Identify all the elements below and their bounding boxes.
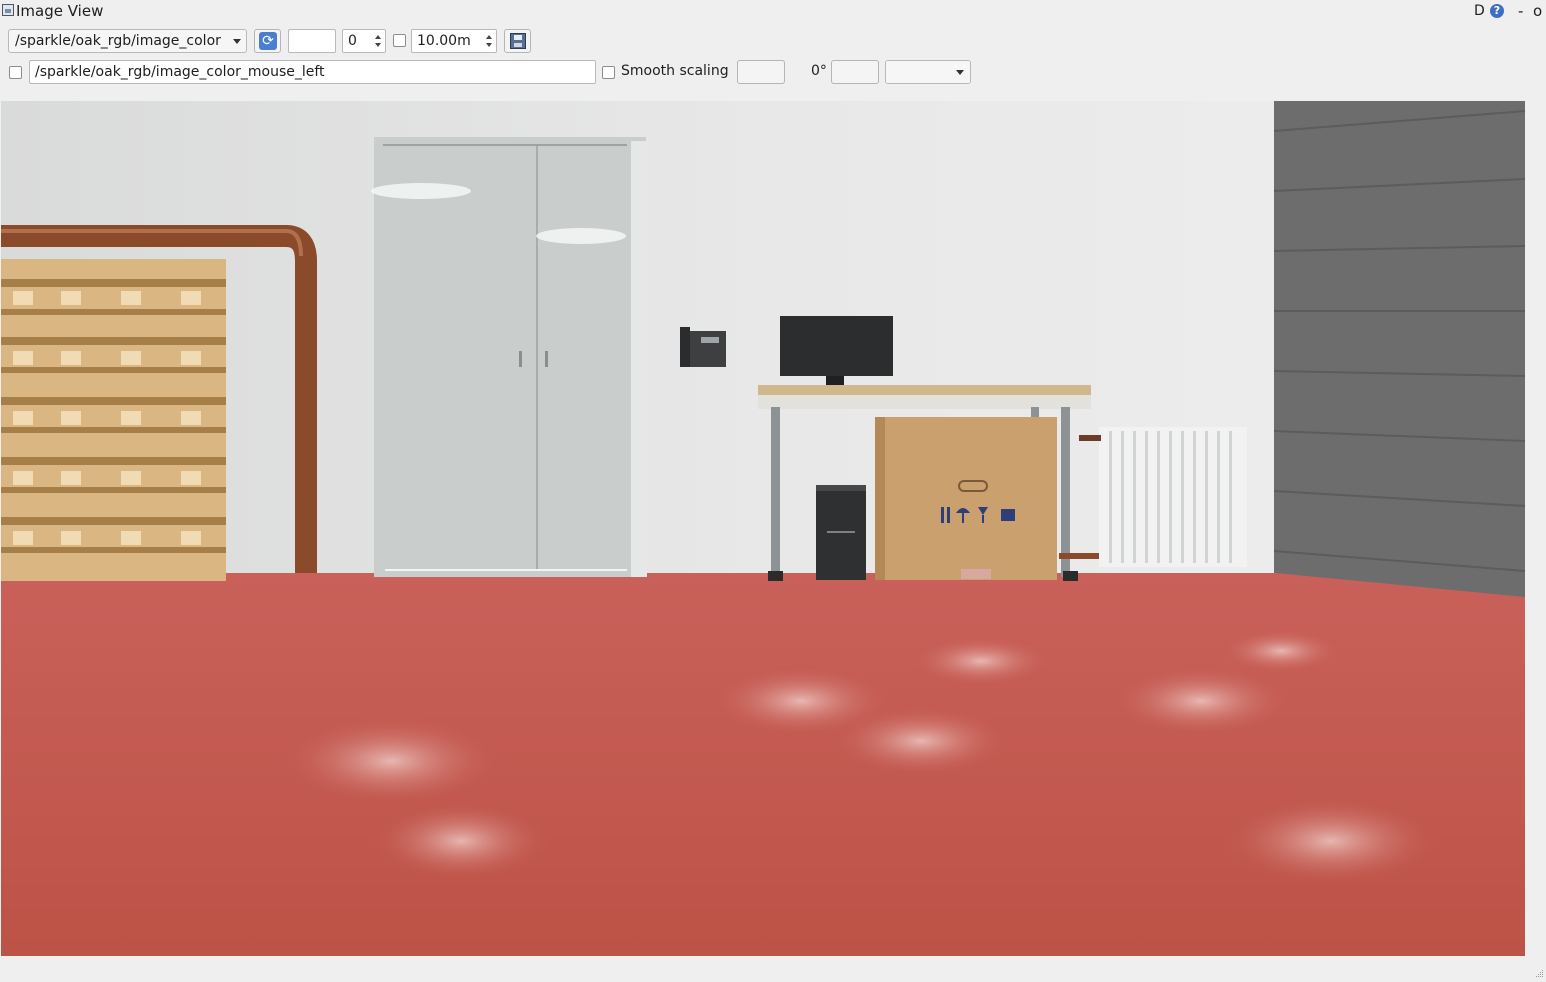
- min-value-field[interactable]: [288, 29, 336, 53]
- number-spinbox[interactable]: 0: [342, 29, 386, 53]
- spin-down-icon[interactable]: [486, 43, 492, 47]
- pallet-stack: [1, 259, 226, 581]
- refresh-icon: ⟳: [259, 32, 277, 50]
- close-button[interactable]: o: [1533, 2, 1542, 20]
- save-icon: [510, 33, 526, 49]
- d-button[interactable]: D: [1474, 3, 1485, 19]
- minimize-button[interactable]: -: [1518, 2, 1523, 20]
- mouse-topic-value: /sparkle/oak_rgb/image_color_mouse_left: [35, 64, 325, 80]
- refresh-topics-button[interactable]: ⟳: [254, 29, 281, 53]
- smooth-scaling-label: Smooth scaling: [621, 63, 729, 79]
- spin-up-icon[interactable]: [375, 35, 381, 39]
- spin-up-icon[interactable]: [486, 35, 492, 39]
- rotation-label: 0°: [811, 63, 827, 79]
- cardboard-box: [875, 417, 1057, 580]
- color-scheme-combobox[interactable]: [885, 60, 971, 84]
- image-viewport[interactable]: [1, 101, 1525, 956]
- publish-mouse-checkbox[interactable]: [9, 66, 22, 79]
- resize-grip[interactable]: [1536, 966, 1544, 977]
- chevron-down-icon: [233, 39, 241, 44]
- save-image-button[interactable]: [504, 29, 531, 53]
- max-depth-value: 10.00m: [417, 33, 471, 49]
- spin-down-icon[interactable]: [375, 43, 381, 47]
- help-icon[interactable]: ?: [1490, 4, 1504, 18]
- pc-tower: [816, 485, 866, 580]
- window-icon: [2, 4, 14, 16]
- camera-image: [1, 101, 1525, 956]
- number-spinbox-value: 0: [348, 33, 357, 49]
- rotate-left-button[interactable]: [737, 60, 785, 84]
- max-depth-spinbox[interactable]: 10.00m: [411, 29, 497, 53]
- cabinet: [371, 137, 647, 577]
- monitor: [780, 316, 893, 385]
- rotate-right-button[interactable]: [831, 60, 879, 84]
- topic-combobox[interactable]: /sparkle/oak_rgb/image_color: [8, 29, 247, 53]
- topic-combobox-value: /sparkle/oak_rgb/image_color: [15, 33, 221, 49]
- title-bar: Image View D ? - o: [0, 0, 1546, 24]
- chevron-down-icon: [956, 70, 964, 75]
- smooth-scaling-checkbox[interactable]: [602, 66, 615, 79]
- mouse-topic-field[interactable]: /sparkle/oak_rgb/image_color_mouse_left: [29, 60, 596, 84]
- window-title: Image View: [16, 2, 104, 20]
- concrete-wall: [1274, 101, 1525, 601]
- wall-phone: [680, 327, 726, 367]
- max-depth-checkbox[interactable]: [393, 34, 406, 47]
